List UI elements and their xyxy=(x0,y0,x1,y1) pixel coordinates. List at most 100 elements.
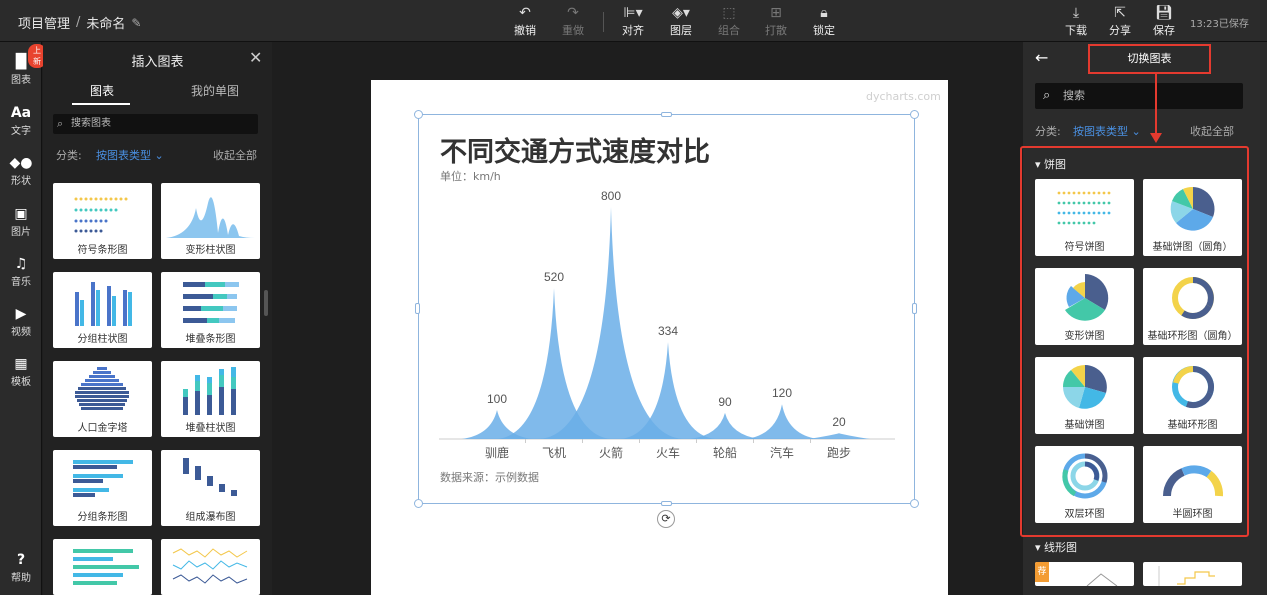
redo-button[interactable]: ↷ 重做 xyxy=(553,5,593,39)
chart-card-grouped-bar[interactable]: 分组条形图 xyxy=(53,450,152,526)
card-caption: 半圆环图 xyxy=(1172,509,1213,520)
chart-card-basic-donut[interactable]: 基础环形图 xyxy=(1143,357,1242,434)
section-pie[interactable]: ▾ 饼图 xyxy=(1035,156,1066,172)
breadcrumb-project[interactable]: 项目管理 xyxy=(18,13,70,32)
variant-pie-thumbnail xyxy=(1065,274,1109,321)
resize-handle[interactable] xyxy=(415,303,420,314)
spike-mark[interactable] xyxy=(745,404,819,439)
resize-handle[interactable] xyxy=(910,499,919,508)
stacked-bar-thumbnail xyxy=(183,282,239,323)
partial-bar-thumbnail xyxy=(73,549,139,585)
chart-card-symbol-pie[interactable]: 符号饼图 xyxy=(1035,179,1134,256)
chart-card-waterfall[interactable]: 组成瀑布图 xyxy=(161,450,260,526)
rotate-icon[interactable]: ⟳ xyxy=(657,510,675,528)
spike-mark[interactable] xyxy=(807,433,871,439)
card-caption: 组成瀑布图 xyxy=(185,512,236,523)
grouped-column-thumbnail xyxy=(75,282,132,326)
double-ring-thumbnail xyxy=(1062,453,1108,499)
undo-button[interactable]: ↶ 撤销 xyxy=(505,5,545,39)
chart-title[interactable]: 不同交通方式速度对比 xyxy=(440,130,710,169)
bar-chart-icon: ▐▌ xyxy=(10,54,32,70)
chart-card-half-donut[interactable]: 半圆环图 xyxy=(1143,446,1242,523)
resize-handle[interactable] xyxy=(414,499,423,508)
spike-column-thumbnail xyxy=(166,197,256,238)
breadcrumb: 项目管理 / 未命名 ✎ xyxy=(18,13,141,32)
x-tick-label: 火箭 xyxy=(599,445,623,460)
chart-card-population-pyramid[interactable]: 人口金字塔 xyxy=(53,361,152,437)
card-caption: 变形饼图 xyxy=(1064,331,1105,342)
resize-handle[interactable] xyxy=(661,112,672,117)
resize-handle[interactable] xyxy=(912,303,917,314)
document-name[interactable]: 未命名 xyxy=(86,13,125,32)
chart-card-basic-pie-rounded[interactable]: 基础饼图（圆角） xyxy=(1143,179,1242,256)
filter-dropdown[interactable]: 按图表类型 ⌄ xyxy=(1073,123,1141,139)
nav-music[interactable]: ♫ 音乐 xyxy=(0,256,42,288)
layer-button[interactable]: ◈▾ 图层 xyxy=(661,5,701,39)
align-button[interactable]: ⊫▾ 对齐 xyxy=(613,5,653,39)
section-line[interactable]: ▾ 线形图 xyxy=(1035,539,1077,555)
panel-scrollbar[interactable] xyxy=(264,290,268,316)
resize-handle[interactable] xyxy=(414,110,423,119)
chart-search-input[interactable]: ⌕ 搜索图表 xyxy=(53,114,258,134)
save-button[interactable]: 💾︎ 保存 xyxy=(1144,5,1184,39)
card-caption: 基础环形图 xyxy=(1167,420,1218,431)
data-label: 800 xyxy=(601,189,621,203)
nav-template[interactable]: ▦ 模板 xyxy=(0,356,42,388)
download-button[interactable]: ⤓ 下载 xyxy=(1056,5,1096,39)
switch-search-input[interactable]: ⌕ 搜索 xyxy=(1035,83,1243,109)
collapse-all-link[interactable]: 收起全部 xyxy=(1190,123,1234,139)
half-donut-thumbnail xyxy=(1163,465,1224,497)
chart-card-line-partial[interactable]: 荐 xyxy=(1035,562,1134,586)
filter-label: 分类: xyxy=(56,149,82,162)
align-icon: ⊫▾ xyxy=(623,5,643,21)
data-label: 334 xyxy=(658,324,678,338)
collapse-all-link[interactable]: 收起全部 xyxy=(213,147,257,163)
chart-card-step-partial[interactable] xyxy=(1143,562,1242,586)
back-arrow-icon[interactable]: ← xyxy=(1035,48,1048,67)
chart-card-variant-pie[interactable]: 变形饼图 xyxy=(1035,268,1134,345)
filter-dropdown[interactable]: 按图表类型 ⌄ xyxy=(96,147,164,163)
chart-card-basic-donut-rounded[interactable]: 基础环形图（圆角） xyxy=(1143,268,1242,345)
data-label: 100 xyxy=(487,392,507,406)
share-button[interactable]: ⇱ 分享 xyxy=(1100,5,1140,39)
basic-donut-rounded-thumbnail xyxy=(1172,277,1214,319)
lock-button[interactable]: 🔒︎ 锁定 xyxy=(804,5,844,39)
chart-card-spike-column[interactable]: 变形柱状图 xyxy=(161,183,260,259)
chart-card-stacked-column[interactable]: 堆叠柱状图 xyxy=(161,361,260,437)
toolbar-divider xyxy=(603,12,604,32)
partial-line-thumbnail xyxy=(172,548,248,584)
tab-underline xyxy=(72,103,130,105)
chart-card-grouped-column[interactable]: 分组柱状图 xyxy=(53,272,152,348)
card-caption: 堆叠柱状图 xyxy=(185,423,236,434)
nav-image[interactable]: ▣ 图片 xyxy=(0,206,42,238)
card-caption: 堆叠条形图 xyxy=(185,334,236,345)
resize-handle[interactable] xyxy=(661,501,672,506)
nav-shape[interactable]: ◆● 形状 xyxy=(0,155,42,187)
nav-video[interactable]: ▶ 视频 xyxy=(0,306,42,338)
step-partial-thumbnail xyxy=(1158,566,1215,586)
card-caption: 基础饼图 xyxy=(1064,420,1105,431)
spike-area-chart[interactable]: 100 驯鹿 520 飞机 800 火箭 334 火车 90 轮船 120 汽车 20 跑步 xyxy=(430,185,900,465)
tab-charts[interactable]: 图表 xyxy=(90,82,114,99)
chart-card-double-ring[interactable]: 双层环图 xyxy=(1035,446,1134,523)
annotation-arrow xyxy=(1155,74,1157,136)
resize-handle[interactable] xyxy=(910,110,919,119)
chart-card-partial-bar[interactable] xyxy=(53,539,152,595)
stacked-column-thumbnail xyxy=(183,367,236,415)
chart-card-stacked-bar[interactable]: 堆叠条形图 xyxy=(161,272,260,348)
edit-pencil-icon[interactable]: ✎ xyxy=(131,16,141,30)
chart-card-partial-line[interactable] xyxy=(161,539,260,595)
group-button[interactable]: ⬚ 组合 xyxy=(709,5,749,39)
tab-my-charts[interactable]: 我的单图 xyxy=(191,82,239,99)
waterfall-thumbnail xyxy=(183,458,237,496)
chart-card-basic-pie[interactable]: 基础饼图 xyxy=(1035,357,1134,434)
ungroup-button[interactable]: ⊞ 打散 xyxy=(756,5,796,39)
close-icon[interactable]: ✕ xyxy=(249,48,262,67)
group-icon: ⬚ xyxy=(722,5,736,21)
chart-card-symbol-bar[interactable]: 符号条形图 xyxy=(53,183,152,259)
basic-pie-thumbnail xyxy=(1063,364,1107,409)
nav-chart[interactable]: ▐▌ 图表 xyxy=(0,54,42,86)
nav-help[interactable]: ? 帮助 xyxy=(0,552,42,584)
nav-text[interactable]: Aa 文字 xyxy=(0,105,42,137)
help-icon: ? xyxy=(16,552,26,568)
